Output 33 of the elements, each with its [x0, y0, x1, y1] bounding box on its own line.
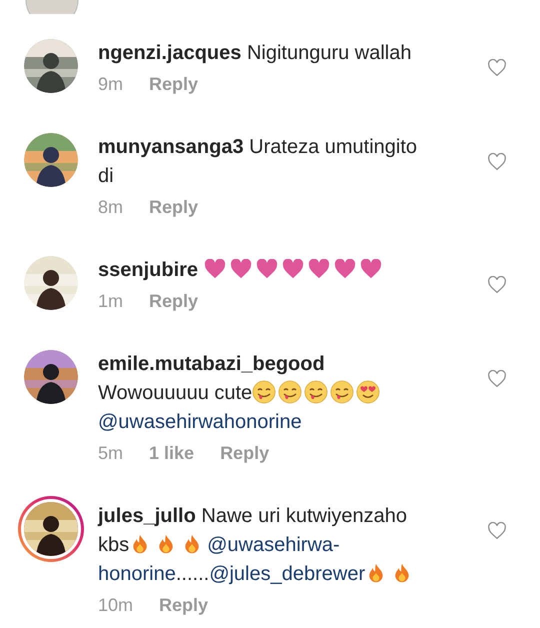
heart-emoji-icon: [256, 259, 278, 279]
heart-outline-icon[interactable]: [487, 522, 507, 540]
reply-link[interactable]: Reply: [159, 593, 208, 617]
smiley-tongue-emoji-icon: [252, 380, 276, 404]
smiley-tongue-emoji-icon: [304, 380, 328, 404]
comment-time: 8m: [98, 196, 124, 219]
heart-eyes-emoji-icon: [356, 380, 380, 404]
heart-emoji-icon: [282, 259, 304, 279]
heart-outline-icon[interactable]: [487, 276, 507, 294]
comment-text: munyansanga3 Urateza umutingito di: [98, 135, 418, 189]
likes-count-link[interactable]: 1 like: [149, 441, 194, 465]
smiley-tongue-emoji-icon: [278, 380, 302, 404]
comment-text: jules_jullo Nawe uri kutwiyenzaho kbs @uwasehirwa-honorine......@jules_debrewer: [98, 502, 420, 589]
reply-link[interactable]: Reply: [149, 289, 198, 313]
reply-link[interactable]: Reply: [149, 72, 198, 96]
comment-time: 5m: [98, 442, 124, 465]
reply-link[interactable]: Reply: [220, 441, 270, 465]
heart-emoji-icon: [334, 259, 356, 279]
comment-text: ngenzi.jacques Nigitunguru wallah: [98, 41, 412, 66]
heart-outline-icon[interactable]: [487, 153, 507, 171]
heart-emoji-icon: [308, 259, 330, 279]
heart-emoji-icon: [230, 259, 252, 279]
comment-text: emile.mutabazi_begood Wowouuuuu cute @uwasehirwahonorine: [98, 350, 420, 437]
heart-emoji-icon: [360, 259, 382, 279]
smiley-tongue-emoji-icon: [330, 380, 354, 404]
heart-outline-icon[interactable]: [487, 59, 507, 77]
comment-time: 1m: [98, 290, 124, 313]
comment-time: 10m: [98, 594, 134, 617]
heart-outline-icon[interactable]: [487, 370, 507, 388]
heart-emoji-icon: [204, 259, 226, 279]
comment-time: 9m: [98, 73, 124, 96]
reply-link[interactable]: Reply: [149, 195, 198, 219]
comment-text: ssenjubire: [98, 256, 420, 285]
